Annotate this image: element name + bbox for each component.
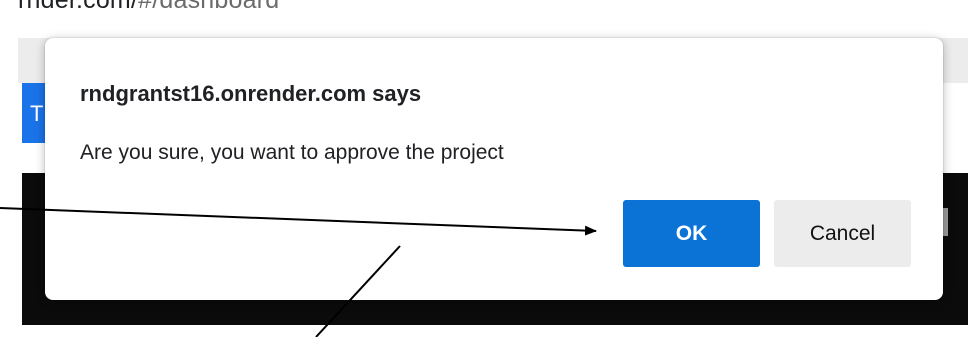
url-path: #/dashboard (138, 0, 280, 14)
page-partial-blue-button-label: T (30, 101, 44, 126)
address-bar[interactable]: rnder.com/#/dashboard (0, 0, 974, 38)
dialog-message: Are you sure, you want to approve the pr… (80, 141, 504, 164)
cancel-button[interactable]: Cancel (774, 200, 911, 267)
confirm-dialog: rndgrantst16.onrender.com says Are you s… (45, 38, 943, 300)
dialog-title: rndgrantst16.onrender.com says (80, 81, 422, 106)
address-bar-url: rnder.com/#/dashboard (18, 0, 279, 15)
ok-button[interactable]: OK (623, 200, 760, 267)
url-host: rnder.com/ (18, 0, 139, 14)
screenshot-stage: rnder.com/#/dashboard T rndgrantst16.onr… (0, 0, 974, 337)
